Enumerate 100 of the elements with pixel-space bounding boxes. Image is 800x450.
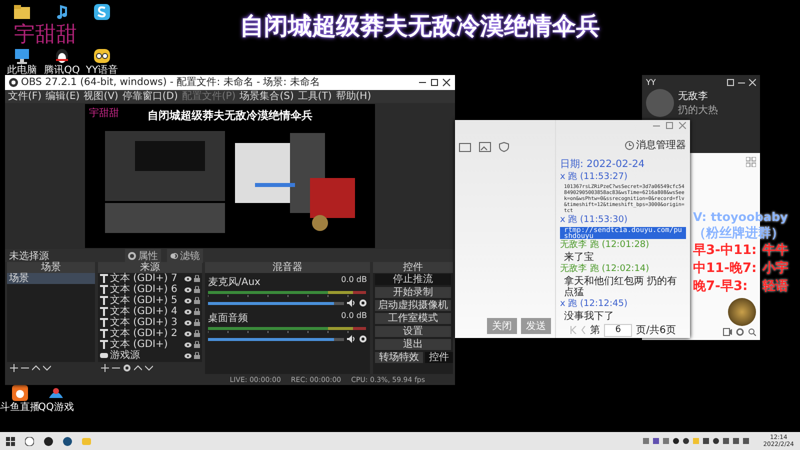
dock-tab[interactable]: 控件 <box>425 352 453 363</box>
source-name[interactable]: 游戏源 <box>110 350 182 361</box>
lock-icon[interactable] <box>194 319 200 326</box>
control-button[interactable]: 停止推流 <box>375 274 451 285</box>
close-icon[interactable] <box>442 78 451 87</box>
search-icon[interactable] <box>748 328 756 336</box>
panel-header: 控件 <box>373 262 453 273</box>
eye-icon[interactable] <box>184 330 192 336</box>
message-manager-link[interactable]: 消息管理器 <box>636 138 686 152</box>
computer-icon[interactable] <box>13 47 31 65</box>
source-name[interactable]: 文本 (GDI+) 2 <box>110 328 182 339</box>
menu-item[interactable]: 帮助(H) <box>336 90 372 103</box>
down-icon[interactable] <box>145 364 153 372</box>
lock-icon[interactable] <box>194 286 200 293</box>
penguin-icon[interactable] <box>53 47 71 65</box>
text-icon <box>100 329 108 338</box>
toolbar-button[interactable]: 滤镜 <box>167 248 203 262</box>
image-icon[interactable] <box>479 142 491 152</box>
video-icon[interactable] <box>723 328 732 336</box>
gear-icon[interactable] <box>123 364 131 372</box>
add-icon[interactable] <box>10 364 18 372</box>
shift-time: 早3-中11: <box>693 242 757 260</box>
streamer-name: 宇甜甜 <box>14 22 77 46</box>
menu-item[interactable]: 文件(F) <box>8 90 42 103</box>
chat-date: 日期: 2022-02-24 <box>560 158 646 171</box>
icon-label: 斗鱼直播 <box>0 402 40 413</box>
settings-icon[interactable] <box>736 328 744 336</box>
text-icon <box>100 318 108 327</box>
gear-icon[interactable] <box>359 335 367 343</box>
panel-header: 来源 <box>98 262 202 273</box>
host-name: 小宇 <box>762 260 789 278</box>
source-name[interactable]: 文本 (GDI+) 3 <box>110 317 182 328</box>
control-button[interactable]: 启动虚拟摄像机 <box>375 300 451 311</box>
start-icon[interactable] <box>6 436 15 446</box>
add-icon[interactable] <box>101 364 109 372</box>
stream-title: 自闭城超级莽夫无敌冷漠绝情伞兵 <box>239 10 601 42</box>
lock-icon[interactable] <box>194 308 200 315</box>
folder-icon[interactable] <box>13 3 31 21</box>
source-name[interactable]: 文本 (GDI+) 4 <box>110 306 182 317</box>
lock-icon[interactable] <box>194 297 200 304</box>
menu-item[interactable]: 场景集合(S) <box>240 90 294 103</box>
control-button[interactable]: 设置 <box>375 326 451 337</box>
lock-icon[interactable] <box>194 352 200 359</box>
source-name[interactable]: 文本 (GDI+) <box>110 339 182 350</box>
control-button[interactable]: 退出 <box>375 339 451 350</box>
speaker-icon[interactable] <box>347 335 356 343</box>
channel-name: 麦克风/Aux <box>208 276 260 289</box>
shift-time: 中11-晚7: <box>693 260 757 278</box>
up-icon[interactable] <box>134 364 142 372</box>
maximize-icon[interactable] <box>430 78 439 87</box>
menu-item[interactable]: 工具(T) <box>298 90 332 103</box>
control-button[interactable]: 开始录制 <box>375 287 451 298</box>
selected-source-label: 未选择源 <box>9 250 50 262</box>
message-meta: x 跑 (11:53:27) <box>560 172 628 183</box>
page-input[interactable]: 6 <box>604 324 632 336</box>
eye-icon[interactable] <box>184 352 192 358</box>
lock-icon[interactable] <box>194 341 200 348</box>
bear-face-icon[interactable] <box>93 47 111 65</box>
text-icon <box>100 296 108 305</box>
lock-icon[interactable] <box>194 330 200 337</box>
menu-item[interactable]: 视图(V) <box>84 90 118 103</box>
control-button[interactable]: 工作室模式 <box>375 313 451 324</box>
window-title: OBS 27.2.1 (64-bit, windows) - 配置文件: 未命名 - 场景: 未命名 <box>21 76 321 90</box>
source-name[interactable]: 文本 (GDI+) 5 <box>110 295 182 306</box>
text-icon <box>100 285 108 294</box>
source-name[interactable]: 文本 (GDI+) 6 <box>110 284 182 295</box>
channel-reading: 0.0 dB <box>341 311 367 322</box>
app-icon[interactable] <box>93 3 111 21</box>
apps-grid-icon[interactable] <box>746 157 756 167</box>
down-icon[interactable] <box>43 364 51 372</box>
gear-icon[interactable] <box>359 299 367 307</box>
eye-icon[interactable] <box>184 276 192 282</box>
menu-item[interactable]: 编辑(E) <box>46 90 80 103</box>
scene-item[interactable]: 场景 <box>7 273 95 284</box>
shift-time: 晚7-早3: <box>693 278 749 296</box>
dock-tab[interactable]: 转场特效 <box>375 352 423 363</box>
filter-icon <box>170 252 178 260</box>
icon-label: 腾讯QQ <box>44 65 80 76</box>
lock-icon[interactable] <box>194 275 200 282</box>
eye-icon[interactable] <box>184 298 192 304</box>
up-icon[interactable] <box>32 364 40 372</box>
preview-streamer-name: 宇甜甜 <box>89 106 119 120</box>
panel-header: 场景 <box>7 262 95 273</box>
eye-icon[interactable] <box>184 286 192 292</box>
toolbar-button[interactable]: 属性 <box>125 248 161 262</box>
shield-icon[interactable] <box>499 142 509 152</box>
app-icon[interactable] <box>11 384 29 402</box>
source-name[interactable]: 文本 (GDI+) 7 <box>110 273 182 284</box>
menu-item[interactable]: 停靠窗口(D) <box>122 90 178 103</box>
message-meta: x 跑 (12:12:45) <box>560 299 628 310</box>
eye-icon[interactable] <box>184 320 192 326</box>
channel-reading: 0.0 dB <box>341 275 367 286</box>
eye-icon[interactable] <box>184 308 192 314</box>
message-meta: 无敌李 跑 (12:01:28) <box>560 240 650 251</box>
app-logo-icon <box>9 78 18 87</box>
pager-total: 页/共6页 <box>636 324 676 337</box>
eye-icon[interactable] <box>184 342 192 348</box>
text-icon <box>100 340 108 349</box>
message-meta: 无敌李 跑 (12:02:14) <box>560 264 650 275</box>
speaker-icon[interactable] <box>347 299 356 307</box>
